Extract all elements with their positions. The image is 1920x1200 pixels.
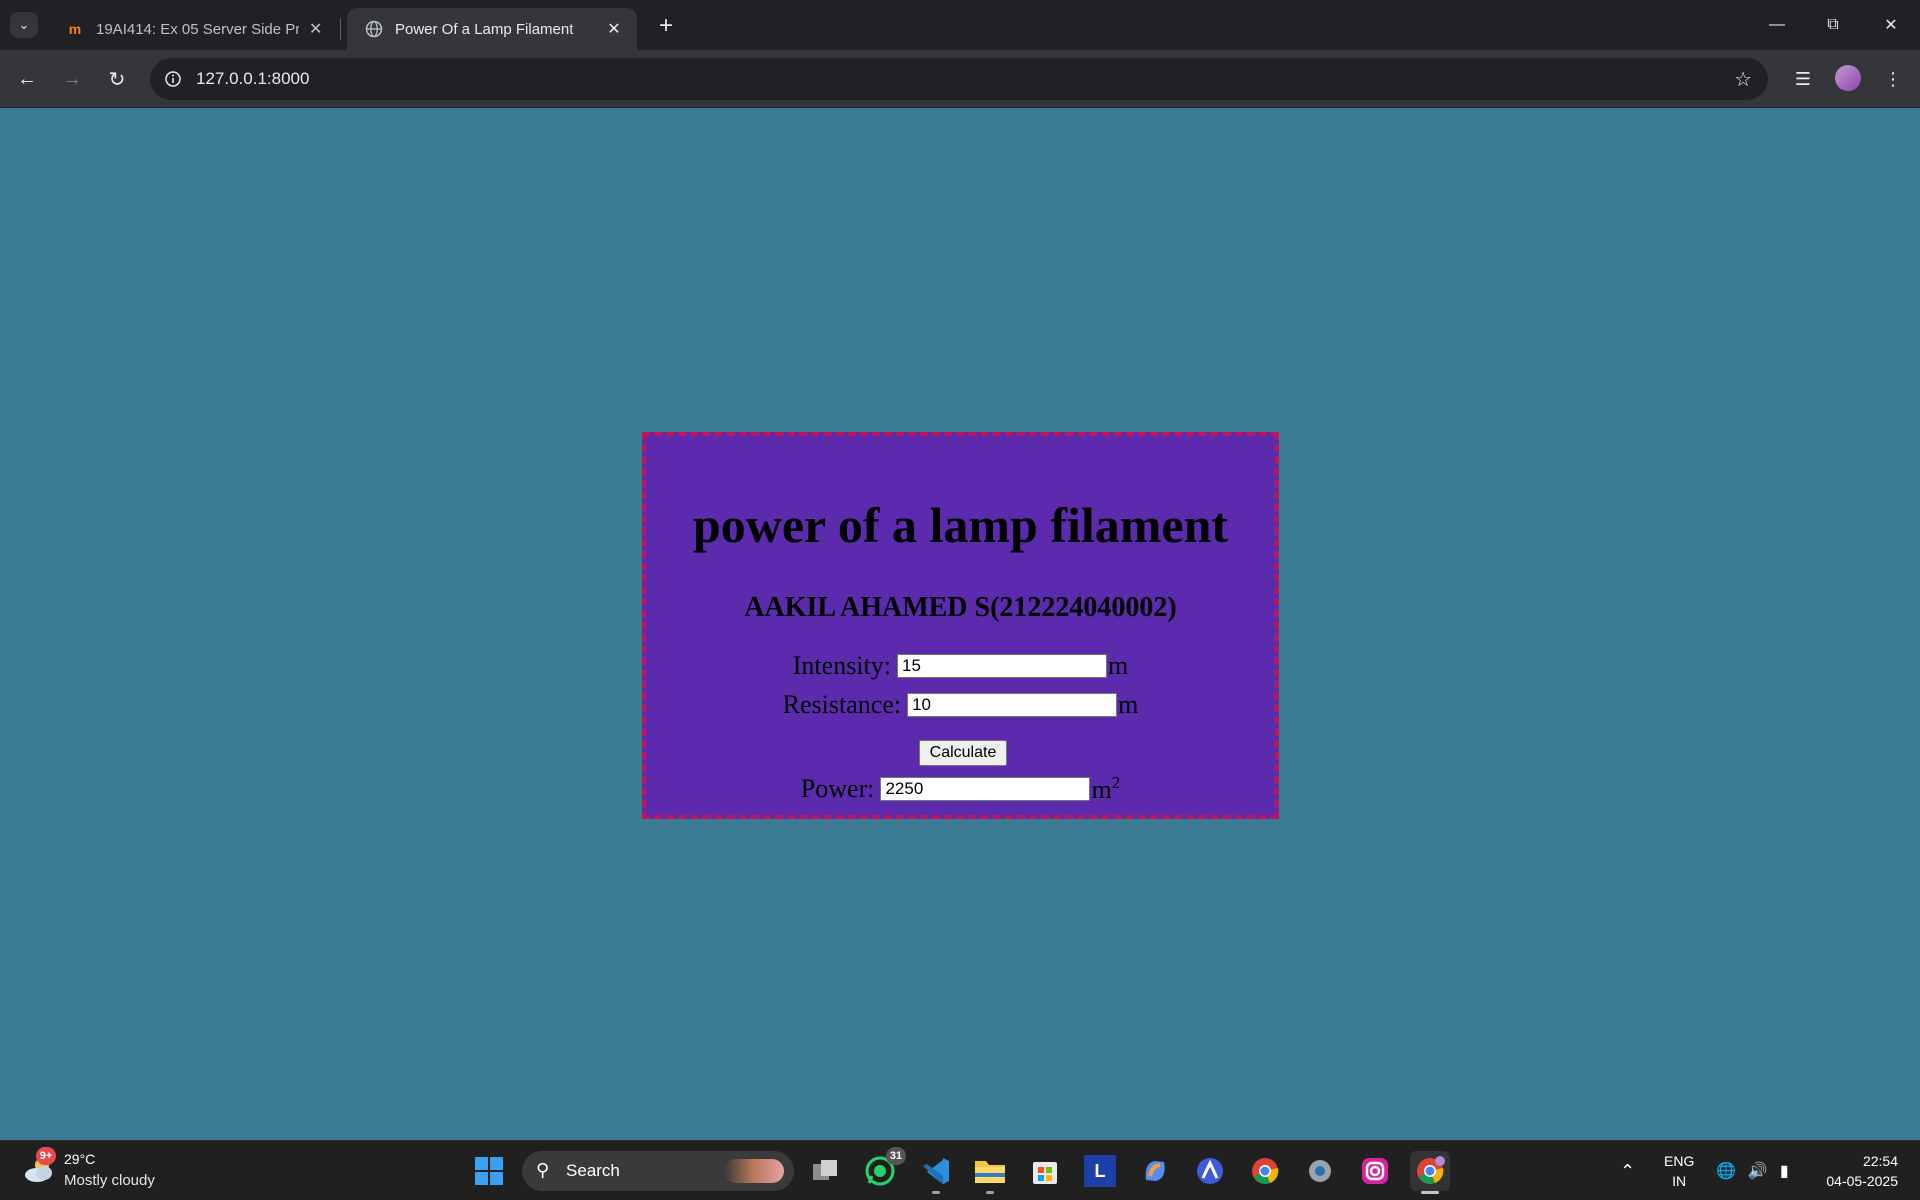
power-output[interactable] xyxy=(880,777,1091,801)
chrome-icon[interactable] xyxy=(1245,1151,1285,1191)
region-code: IN xyxy=(1672,1173,1687,1189)
student-name: AAKIL AHAMED S(212224040002) xyxy=(744,592,1177,623)
restore-icon: ⧉ xyxy=(1827,16,1839,33)
clock[interactable]: 22:54 04-05-2025 xyxy=(1826,1151,1898,1191)
vscode-icon[interactable] xyxy=(916,1151,956,1194)
battery-icon: ▮ xyxy=(1779,1163,1789,1180)
tab-title: Power Of a Lamp Filament xyxy=(395,20,574,38)
resistance-label: Resistance: xyxy=(782,690,902,719)
globe-icon xyxy=(365,20,383,38)
tab-strip: ⌄ m 19AI414: Ex 05 Server Side Proc ✕ Po… xyxy=(0,0,1920,50)
chevron-up-icon: ⌃ xyxy=(1620,1160,1636,1181)
l-app-icon[interactable]: L xyxy=(1080,1151,1120,1191)
page-title: power of a lamp filament xyxy=(692,497,1229,553)
close-icon[interactable]: ✕ xyxy=(307,20,324,38)
intensity-input[interactable] xyxy=(896,654,1107,678)
tab-search-button[interactable]: ⌄ xyxy=(10,12,38,38)
windows-start-icon[interactable] xyxy=(474,1156,504,1186)
whatsapp-icon[interactable]: 31 xyxy=(860,1147,906,1191)
plus-icon: + xyxy=(658,12,673,39)
settings-icon[interactable] xyxy=(1300,1151,1340,1191)
power-unit: m2 xyxy=(1091,773,1121,804)
arrow-right-icon: → xyxy=(62,67,82,90)
power-row: Power: m2 xyxy=(646,773,1275,805)
chrome-profile-icon[interactable] xyxy=(1410,1151,1450,1194)
calculator-card: power of a lamp filament AAKIL AHAMED S(… xyxy=(642,432,1279,819)
resistance-input[interactable] xyxy=(907,693,1118,717)
new-tab-button[interactable]: + xyxy=(652,12,680,40)
tab-power-lamp[interactable]: Power Of a Lamp Filament ✕ xyxy=(347,8,637,50)
task-view-icon[interactable] xyxy=(806,1151,846,1191)
taskbar: 9+ 29°C Mostly cloudy ⚲ Search 31 L ⌃ EN… xyxy=(0,1140,1920,1200)
media-control-icon[interactable]: ☰ xyxy=(1789,65,1817,93)
address-text[interactable]: 127.0.0.1:8000 xyxy=(196,69,309,89)
running-indicator xyxy=(932,1191,940,1194)
menu-dots-icon[interactable]: ⋮ xyxy=(1879,65,1907,93)
page-viewport: power of a lamp filament AAKIL AHAMED S(… xyxy=(0,108,1920,1140)
volume-icon: 🔊 xyxy=(1747,1163,1768,1180)
calculate-button[interactable]: Calculate xyxy=(919,740,1007,766)
intensity-row: Intensity: m xyxy=(646,651,1275,681)
chevron-down-icon: ⌄ xyxy=(18,17,30,32)
intensity-label: Intensity: xyxy=(792,651,891,680)
whatsapp-badge: 31 xyxy=(886,1147,906,1165)
clock-time: 22:54 xyxy=(1862,1153,1898,1169)
search-label: Search xyxy=(566,1161,620,1180)
bookmark-star-icon[interactable]: ☆ xyxy=(1734,67,1752,92)
weather-description: Mostly cloudy xyxy=(64,1172,155,1189)
restore-button[interactable]: ⧉ xyxy=(1810,8,1856,42)
resistance-unit: m xyxy=(1118,690,1139,719)
instagram-icon[interactable] xyxy=(1355,1151,1395,1191)
arrow-left-icon: ← xyxy=(17,67,37,90)
search-highlight-art xyxy=(724,1159,784,1183)
reload-button[interactable]: ↻ xyxy=(102,64,132,94)
minimize-button[interactable]: — xyxy=(1754,8,1800,42)
language-code: ENG xyxy=(1664,1153,1695,1169)
clock-date: 04-05-2025 xyxy=(1826,1173,1898,1189)
show-hidden-icons[interactable]: ⌃ xyxy=(1620,1141,1635,1200)
file-explorer-icon[interactable] xyxy=(970,1151,1010,1194)
power-label: Power: xyxy=(800,774,875,803)
close-icon[interactable]: ✕ xyxy=(605,20,623,38)
language-indicator[interactable]: ENG IN xyxy=(1664,1151,1694,1191)
browser-toolbar: ← → ↻ 127.0.0.1:8000 ☆ ☰ ⋮ xyxy=(0,50,1920,108)
address-bar[interactable]: 127.0.0.1:8000 ☆ xyxy=(150,58,1768,100)
tab-separator xyxy=(340,18,341,40)
weather-temperature: 29°C xyxy=(64,1151,96,1167)
running-indicator xyxy=(1421,1191,1439,1194)
system-tray[interactable]: 🌐 🔊 ▮ xyxy=(1716,1141,1789,1200)
search-icon: ⚲ xyxy=(536,1160,550,1180)
profile-avatar[interactable] xyxy=(1835,65,1861,91)
intensity-unit: m xyxy=(1107,651,1129,680)
close-window-button[interactable]: ✕ xyxy=(1868,8,1914,42)
tab-moodle[interactable]: m 19AI414: Ex 05 Server Side Proc ✕ xyxy=(48,8,338,50)
close-icon: ✕ xyxy=(1884,17,1898,34)
site-info-icon[interactable] xyxy=(160,66,186,92)
copilot-icon[interactable] xyxy=(1135,1151,1175,1191)
microsoft-store-icon[interactable] xyxy=(1025,1151,1065,1191)
network-icon: 🌐 xyxy=(1716,1163,1736,1180)
minimize-icon: — xyxy=(1769,16,1785,33)
taskbar-search[interactable]: ⚲ Search xyxy=(522,1151,794,1191)
arc-app-icon[interactable] xyxy=(1190,1151,1230,1191)
forward-button[interactable]: → xyxy=(57,64,87,94)
moodle-icon: m xyxy=(68,21,82,37)
resistance-row: Resistance: m xyxy=(646,690,1275,720)
power-unit-exponent: 2 xyxy=(1111,773,1121,792)
running-indicator xyxy=(986,1191,994,1194)
back-button[interactable]: ← xyxy=(12,64,42,94)
reload-icon: ↻ xyxy=(108,68,126,91)
tab-title: 19AI414: Ex 05 Server Side Proc xyxy=(96,20,300,38)
weather-badge: 9+ xyxy=(36,1147,56,1165)
